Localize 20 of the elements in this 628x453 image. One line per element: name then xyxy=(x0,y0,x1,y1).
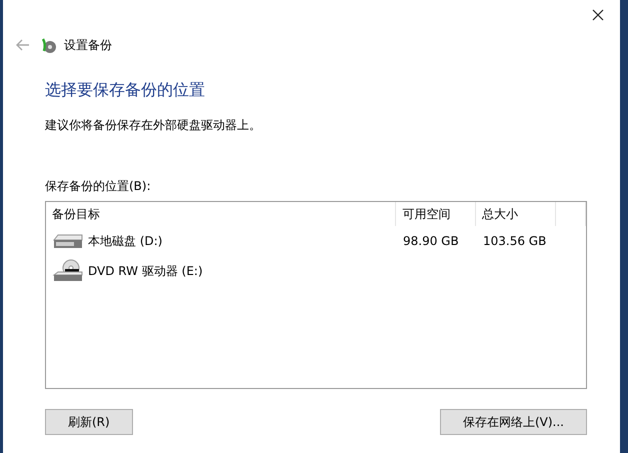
page-heading: 选择要保存备份的位置 xyxy=(45,80,206,101)
window-title: 设置备份 xyxy=(64,36,112,54)
column-header[interactable]: 备份目标 xyxy=(46,202,396,226)
total-size: 103.56 GB xyxy=(483,234,546,248)
drive-name: DVD RW 驱动器 (E:) xyxy=(88,262,203,280)
description-text: 建议你将备份保存在外部硬盘驱动器上。 xyxy=(45,117,262,134)
location-list[interactable]: 备份目标 可用空间 总大小 本地磁盘 (D:) 98.90 GB 103.56 GB DVD RW 驱动器 (E:) xyxy=(45,201,587,389)
backup-drive-icon xyxy=(40,36,58,54)
hard-drive-icon xyxy=(52,232,84,250)
save-on-network-button[interactable]: 保存在网络上(V)... xyxy=(440,409,587,435)
list-label: 保存备份的位置(B): xyxy=(45,178,152,195)
drive-name: 本地磁盘 (D:) xyxy=(88,232,162,250)
column-header[interactable]: 可用空间 xyxy=(396,202,476,226)
close-icon xyxy=(592,9,604,21)
column-header[interactable]: 总大小 xyxy=(476,202,556,226)
refresh-button[interactable]: 刷新(R) xyxy=(45,409,133,435)
list-row[interactable]: DVD RW 驱动器 (E:) xyxy=(46,256,586,286)
list-row[interactable]: 本地磁盘 (D:) 98.90 GB 103.56 GB xyxy=(46,226,586,256)
dvd-drive-icon xyxy=(52,259,84,283)
free-space: 98.90 GB xyxy=(403,234,459,248)
